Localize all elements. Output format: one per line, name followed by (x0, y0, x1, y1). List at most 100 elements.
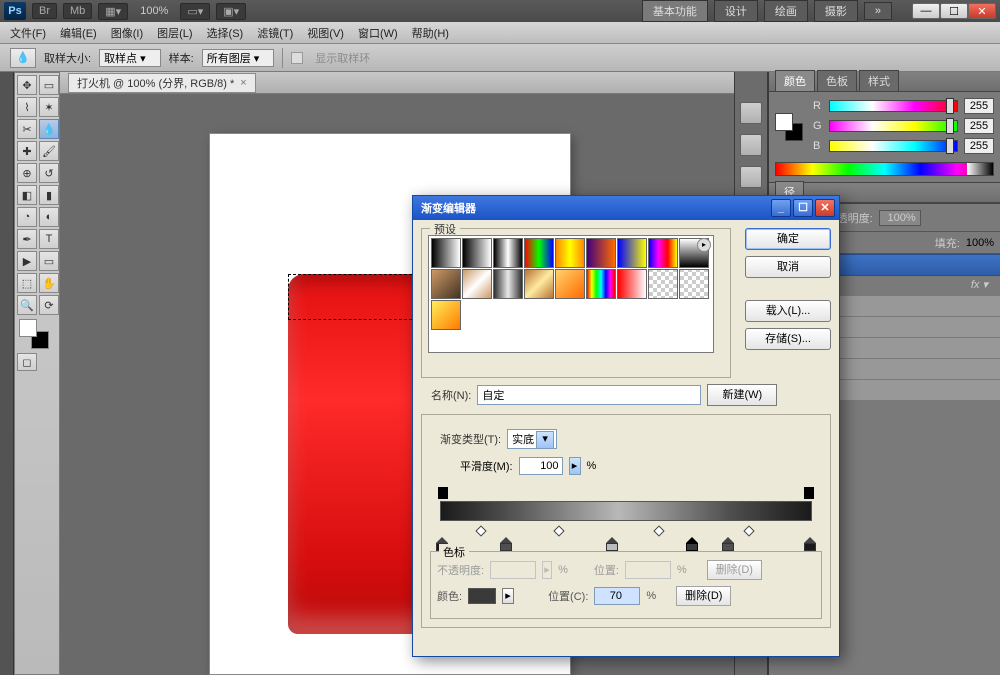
pen-tool[interactable]: ✒ (17, 229, 37, 249)
menu-view[interactable]: 视图(V) (301, 23, 350, 43)
bridge-chip[interactable]: Br (32, 3, 57, 19)
opacity-stop-left[interactable] (438, 487, 448, 499)
tab-color[interactable]: 颜色 (775, 70, 815, 91)
preset-swatch[interactable] (648, 238, 678, 268)
preset-swatch[interactable] (462, 238, 492, 268)
smoothness-input[interactable] (519, 457, 563, 475)
opacity-stop-right[interactable] (804, 487, 814, 499)
dialog-close-button[interactable]: ✕ (815, 199, 835, 217)
workspace-tab-photography[interactable]: 摄影 (814, 0, 858, 22)
brush-tool[interactable]: 🖌 (39, 141, 59, 161)
menu-file[interactable]: 文件(F) (4, 23, 52, 43)
fg-color-swatch[interactable] (19, 319, 37, 337)
stamp-tool[interactable]: ⊕ (17, 163, 37, 183)
dialog-maximize-button[interactable]: ☐ (793, 199, 813, 217)
crop-tool[interactable]: ✂ (17, 119, 37, 139)
current-tool-icon[interactable]: 💧 (10, 48, 36, 68)
menu-filter[interactable]: 滤镜(T) (251, 23, 299, 43)
show-ring-checkbox[interactable] (291, 52, 303, 64)
color-stop[interactable] (804, 537, 816, 551)
preset-swatch[interactable] (679, 269, 709, 299)
sample-size-select[interactable]: 取样点 ▾ (99, 49, 161, 67)
shape-tool[interactable]: ▭ (39, 251, 59, 271)
opacity-value[interactable]: 100% (879, 210, 921, 226)
color-stop[interactable] (500, 537, 512, 551)
workspace-more[interactable]: » (864, 2, 892, 20)
color-stop[interactable] (722, 537, 734, 551)
preset-flyout-icon[interactable]: ▸ (697, 238, 711, 252)
collapsed-panel-icon[interactable] (740, 166, 762, 188)
dialog-minimize-button[interactable]: _ (771, 199, 791, 217)
collapsed-panel-icon[interactable] (740, 134, 762, 156)
preset-swatch[interactable] (431, 238, 461, 268)
dodge-tool[interactable]: ◐ (39, 207, 59, 227)
midpoint-icon[interactable] (653, 525, 664, 536)
dialog-titlebar[interactable]: 渐变编辑器 _ ☐ ✕ (413, 196, 839, 220)
hand-tool[interactable]: ✋ (39, 273, 59, 293)
menu-help[interactable]: 帮助(H) (406, 23, 455, 43)
menu-edit[interactable]: 编辑(E) (54, 23, 103, 43)
close-button[interactable]: ✕ (968, 3, 996, 19)
preset-swatch[interactable] (493, 269, 523, 299)
panel-color-swatches[interactable] (775, 113, 807, 143)
zoom-level[interactable]: 100% (134, 5, 174, 17)
stop-position2-input[interactable] (594, 587, 640, 605)
blur-tool[interactable]: ◔ (17, 207, 37, 227)
sample-source-select[interactable]: 所有图层 ▾ (202, 49, 275, 67)
save-button[interactable]: 存储(S)... (745, 328, 831, 350)
menu-layer[interactable]: 图层(L) (151, 23, 198, 43)
midpoint-icon[interactable] (553, 525, 564, 536)
minimize-button[interactable]: — (912, 3, 940, 19)
preset-swatch[interactable] (431, 300, 461, 330)
b-slider[interactable] (829, 140, 958, 152)
rotate-view-tool[interactable]: ⟳ (39, 295, 59, 315)
ok-button[interactable]: 确定 (745, 228, 831, 250)
cancel-button[interactable]: 取消 (745, 256, 831, 278)
arrange-icon[interactable]: ▭▾ (180, 3, 210, 20)
stop-color-arrow-icon[interactable]: ▸ (502, 588, 514, 604)
workspace-tab-painting[interactable]: 绘画 (764, 0, 808, 22)
color-ramp[interactable] (775, 162, 994, 176)
preset-swatch[interactable] (617, 238, 647, 268)
gradient-tool[interactable]: ▮ (39, 185, 59, 205)
color-stop-selected[interactable] (686, 537, 698, 551)
gradient-preview-bar[interactable] (440, 501, 812, 521)
history-brush-tool[interactable]: ↺ (39, 163, 59, 183)
stop-color-chip[interactable] (468, 588, 496, 604)
b-value[interactable]: 255 (964, 138, 994, 154)
quick-select-tool[interactable]: ✶ (39, 97, 59, 117)
marquee-tool[interactable]: ▭ (39, 75, 59, 95)
preset-swatch[interactable] (555, 269, 585, 299)
load-button[interactable]: 载入(L)... (745, 300, 831, 322)
3d-tool[interactable]: ⬚ (17, 273, 37, 293)
lasso-tool[interactable]: ⌇ (17, 97, 37, 117)
collapsed-panel-icon[interactable] (740, 102, 762, 124)
preset-swatch[interactable] (524, 269, 554, 299)
midpoint-icon[interactable] (475, 525, 486, 536)
new-button[interactable]: 新建(W) (707, 384, 777, 406)
maximize-button[interactable]: ☐ (940, 3, 968, 19)
tab-styles[interactable]: 样式 (859, 70, 899, 91)
minibridge-chip[interactable]: Mb (63, 3, 92, 19)
preset-swatch[interactable] (431, 269, 461, 299)
preset-swatch[interactable] (586, 238, 616, 268)
workspace-tab-design[interactable]: 设计 (714, 0, 758, 22)
preset-swatch[interactable] (555, 238, 585, 268)
g-slider[interactable] (829, 120, 958, 132)
fill-value[interactable]: 100% (966, 237, 994, 249)
gradient-bar-editor[interactable] (430, 485, 822, 551)
color-stop[interactable] (606, 537, 618, 551)
document-tab[interactable]: 打火机 @ 100% (分界, RGB/8) * × (68, 73, 256, 93)
midpoint-icon[interactable] (743, 525, 754, 536)
move-tool[interactable]: ✥ (17, 75, 37, 95)
preset-swatch[interactable] (493, 238, 523, 268)
gradient-type-select[interactable]: 实底 (507, 429, 557, 449)
tab-swatches[interactable]: 色板 (817, 70, 857, 91)
path-select-tool[interactable]: ▶ (17, 251, 37, 271)
eraser-tool[interactable]: ◧ (17, 185, 37, 205)
type-tool[interactable]: T (39, 229, 59, 249)
zoom-tool[interactable]: 🔍 (17, 295, 37, 315)
gradient-name-input[interactable] (477, 385, 701, 405)
r-slider[interactable] (829, 100, 958, 112)
delete-color-stop-button[interactable]: 删除(D) (676, 586, 731, 606)
